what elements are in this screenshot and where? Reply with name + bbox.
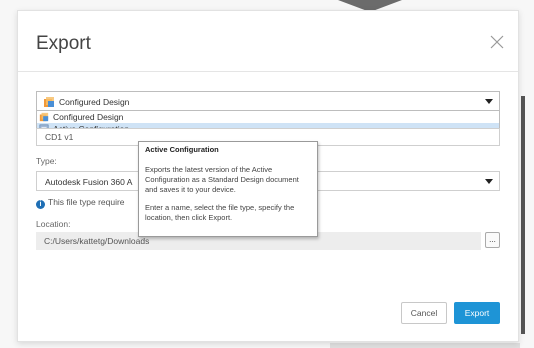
export-button[interactable]: Export [454, 302, 500, 324]
location-value: C:/Users/kattetg/Downloads [44, 236, 150, 246]
type-label: Type: [36, 156, 57, 166]
option-label: Configured Design [53, 112, 124, 122]
name-value: CD1 v1 [45, 132, 74, 142]
tooltip: Active Configuration Exports the latest … [138, 141, 318, 237]
export-dialog: Export Configured Design Configured Desi… [17, 10, 519, 342]
info-text-start: This file type require [48, 197, 125, 207]
browse-button[interactable]: ... [485, 232, 500, 248]
info-icon: i [36, 200, 45, 209]
file-type-value: Autodesk Fusion 360 A [45, 177, 133, 187]
chevron-down-icon [485, 179, 493, 184]
tooltip-paragraph: Exports the latest version of the Active… [145, 165, 299, 194]
info-message: i This file type require [36, 197, 125, 209]
design-type-value: Configured Design [59, 97, 130, 107]
background-panel-edge [521, 96, 525, 334]
location-label: Location: [36, 219, 71, 229]
cancel-button[interactable]: Cancel [401, 302, 447, 324]
background-panel-bottom [330, 343, 520, 348]
chevron-down-icon [485, 99, 493, 104]
tooltip-title: Active Configuration [145, 145, 219, 154]
tooltip-paragraph: Enter a name, select the file type, spec… [145, 203, 295, 222]
design-type-select[interactable]: Configured Design [36, 91, 500, 111]
option-configured-design[interactable]: Configured Design [37, 111, 499, 123]
header-divider [18, 71, 518, 72]
configured-design-icon [39, 112, 49, 122]
close-icon[interactable] [490, 35, 504, 49]
configured-design-icon [44, 97, 54, 107]
dialog-title: Export [36, 33, 91, 54]
